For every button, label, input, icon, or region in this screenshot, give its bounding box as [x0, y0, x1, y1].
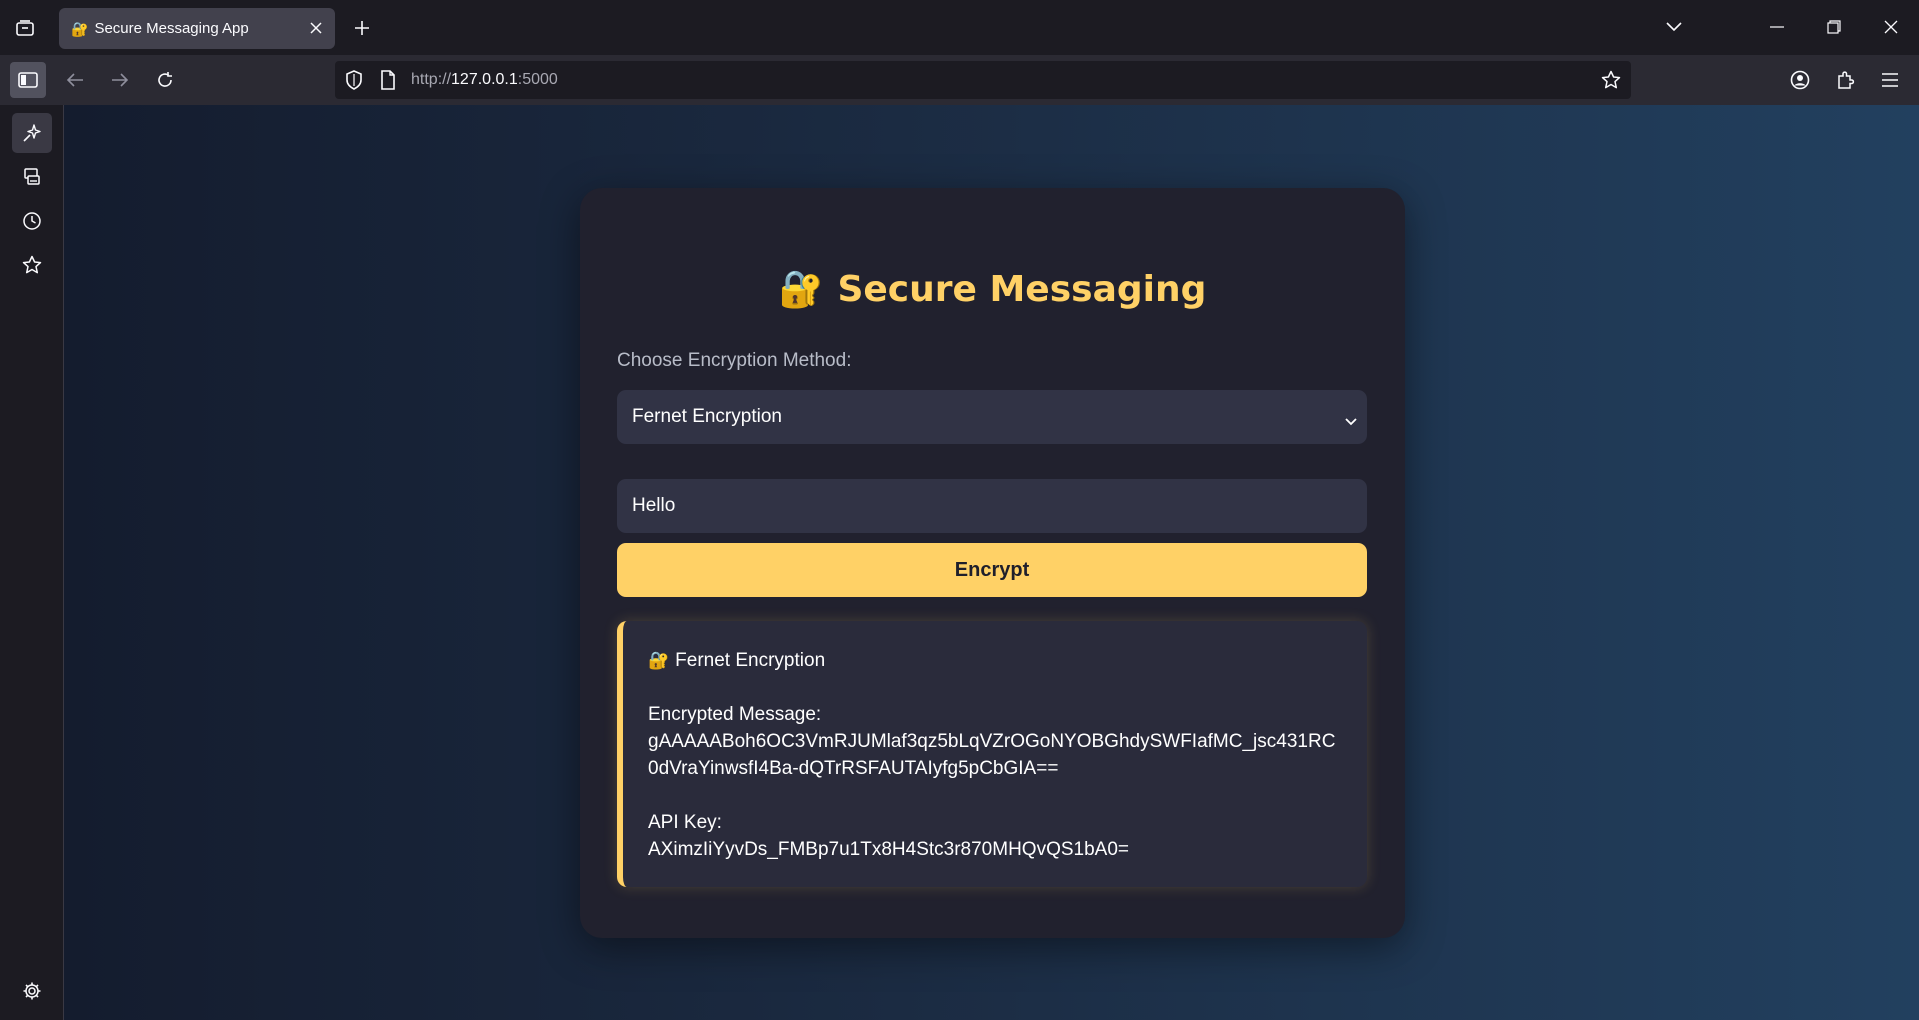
close-window-icon[interactable] [1871, 10, 1911, 44]
url-text[interactable]: http://127.0.0.1:5000 [411, 71, 558, 89]
tracking-protection-shield-icon[interactable] [345, 70, 363, 95]
account-icon[interactable] [1782, 62, 1818, 98]
chevron-down-icon [1345, 410, 1357, 432]
bookmark-star-icon[interactable] [1601, 70, 1621, 95]
tab-title: Secure Messaging App [94, 20, 249, 37]
sidebar-toggle-icon[interactable] [10, 62, 46, 98]
url-bar[interactable]: http://127.0.0.1:5000 [335, 61, 1631, 99]
page-title: 🔐 Secure Messaging [580, 268, 1405, 310]
encrypted-message-value: gAAAAABoh6OC3VmRJUMlaf3qz5bLqVZrOGoNYOBG… [648, 731, 1336, 779]
browser-tab[interactable]: 🔐 Secure Messaging App [59, 8, 335, 49]
encryption-result-box: 🔐 Fernet Encryption Encrypted Message: gA… [617, 621, 1367, 887]
url-host: 127.0.0.1 [451, 71, 518, 88]
restore-icon[interactable] [1814, 10, 1854, 44]
message-input[interactable]: Hello [617, 479, 1367, 533]
lock-key-icon: 🔐 [778, 269, 824, 310]
new-tab-icon[interactable] [346, 12, 378, 44]
page-info-icon[interactable] [380, 70, 396, 95]
secure-messaging-card: 🔐 Secure Messaging Choose Encryption Meth… [580, 188, 1405, 938]
settings-gear-icon[interactable] [12, 971, 52, 1011]
close-tab-icon[interactable] [307, 19, 325, 37]
reload-icon[interactable] [147, 62, 183, 98]
browser-sidebar [0, 105, 64, 1020]
menu-hamburger-icon[interactable] [1872, 62, 1908, 98]
encryption-method-select[interactable]: Fernet Encryption [617, 390, 1367, 444]
result-title-text: Fernet Encryption [675, 650, 826, 671]
page-viewport: 🔐 Secure Messaging Choose Encryption Meth… [64, 105, 1919, 1020]
page-title-text: Secure Messaging [837, 269, 1207, 310]
encryption-method-label: Choose Encryption Method: [617, 350, 852, 371]
browser-titlebar: 🔐 Secure Messaging App [0, 0, 1919, 55]
back-icon[interactable] [57, 62, 93, 98]
ai-chatbot-sparkle-icon[interactable] [12, 113, 52, 153]
tab-list-icon[interactable] [8, 12, 42, 44]
list-all-tabs-chevron-icon[interactable] [1654, 10, 1694, 44]
bookmarks-star-icon[interactable] [12, 245, 52, 285]
api-key-label: API Key: [648, 812, 722, 833]
encryption-method-value: Fernet Encryption [632, 406, 782, 427]
forward-icon[interactable] [102, 62, 138, 98]
url-port: :5000 [517, 71, 558, 88]
lock-key-icon: 🔐 [648, 651, 670, 670]
url-scheme: http:// [411, 71, 452, 88]
navigation-toolbar: http://127.0.0.1:5000 [0, 55, 1919, 105]
history-clock-icon[interactable] [12, 201, 52, 241]
encrypt-button[interactable]: Encrypt [617, 543, 1367, 597]
minimize-icon[interactable] [1757, 10, 1797, 44]
encrypted-message-label: Encrypted Message: [648, 704, 822, 725]
lock-key-icon: 🔐 [71, 20, 89, 37]
api-key-value: AXimzIiYyvDs_FMBp7u1Tx8H4Stc3r870MHQvQS1… [648, 839, 1129, 860]
extensions-icon[interactable] [1827, 62, 1863, 98]
synced-tabs-icon[interactable] [12, 157, 52, 197]
result-title: 🔐 Fernet Encryption [648, 647, 1341, 674]
